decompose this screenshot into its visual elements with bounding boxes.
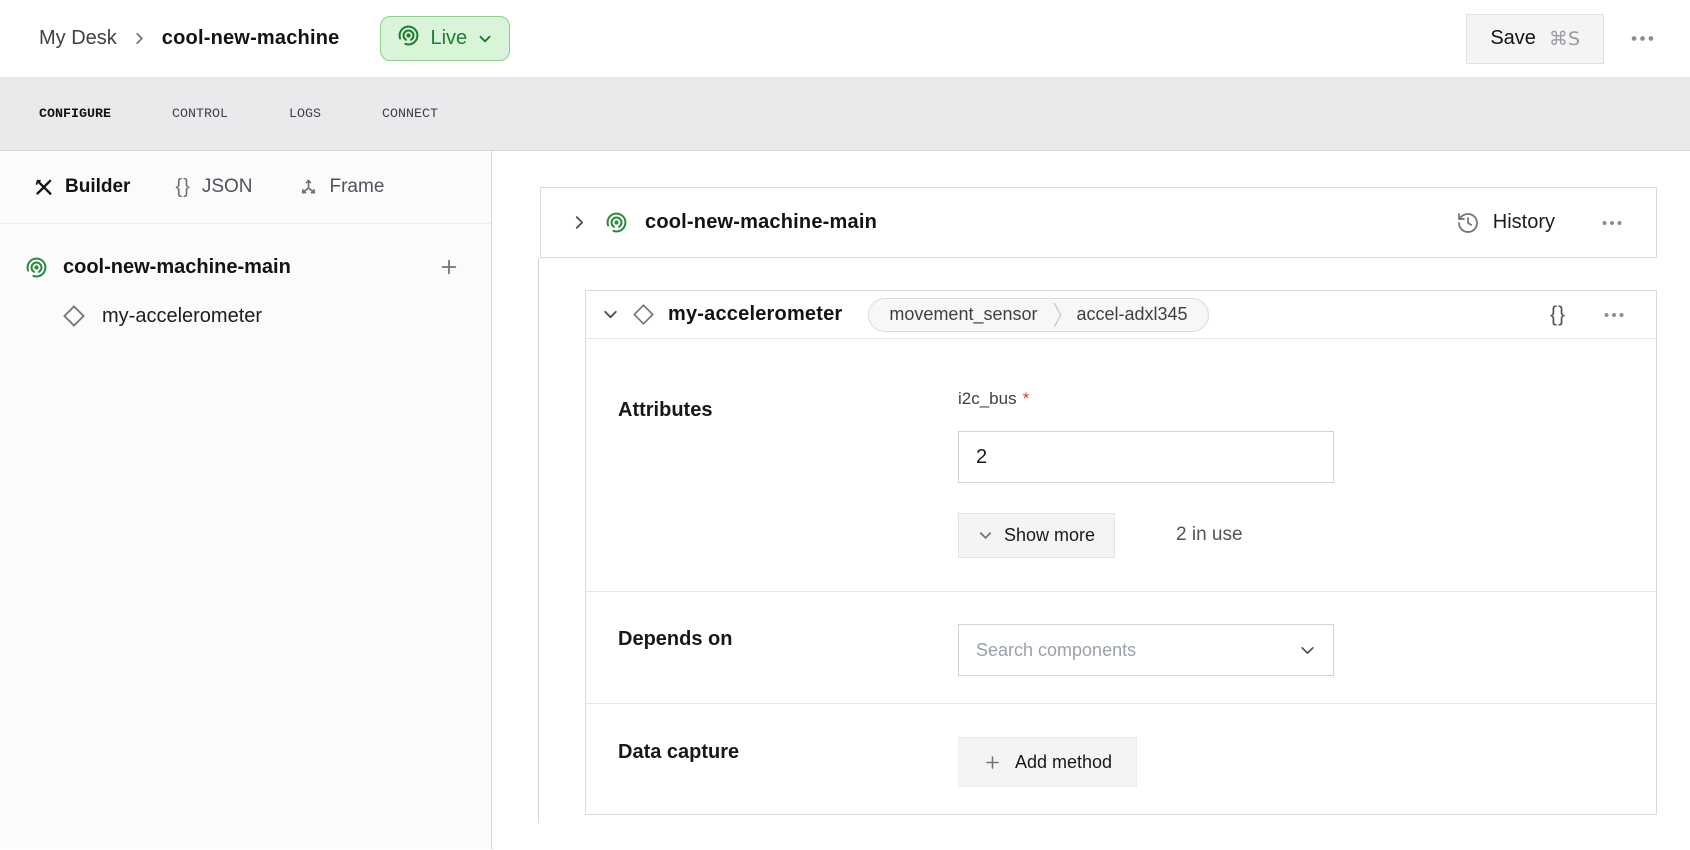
component-card-header: my-accelerometer movement_sensor accel-a… bbox=[586, 291, 1656, 339]
mode-builder-label: Builder bbox=[65, 176, 130, 198]
component-type-tags: movement_sensor accel-adxl345 bbox=[868, 298, 1208, 332]
component-model-tag: accel-adxl345 bbox=[1077, 304, 1188, 325]
tab-logs[interactable]: LOGS bbox=[289, 107, 321, 122]
attributes-section-label: Attributes bbox=[618, 399, 712, 422]
ellipsis-icon bbox=[1629, 25, 1656, 52]
breadcrumb-current: cool-new-machine bbox=[162, 27, 340, 50]
required-asterisk: * bbox=[1023, 389, 1030, 409]
mode-json-label: JSON bbox=[202, 176, 253, 198]
viam-live-icon bbox=[397, 24, 420, 53]
tab-bar: CONFIGURE CONTROL LOGS CONNECT bbox=[0, 78, 1690, 151]
chevron-down-icon bbox=[978, 528, 993, 543]
viam-machine-icon bbox=[605, 211, 628, 234]
depends-on-placeholder: Search components bbox=[976, 640, 1136, 661]
component-card-more-button[interactable] bbox=[1598, 299, 1630, 331]
ellipsis-icon bbox=[1602, 303, 1626, 327]
depends-on-section-label: Depends on bbox=[618, 628, 732, 651]
component-card: my-accelerometer movement_sensor accel-a… bbox=[585, 290, 1657, 815]
tag-separator-chevron-icon bbox=[1053, 302, 1062, 328]
i2c-bus-input[interactable] bbox=[958, 431, 1334, 483]
tab-configure[interactable]: CONFIGURE bbox=[39, 107, 111, 122]
chevron-right-icon bbox=[571, 214, 588, 231]
braces-icon: {} bbox=[175, 176, 190, 199]
tree-item-label: cool-new-machine-main bbox=[63, 256, 291, 279]
tab-control[interactable]: CONTROL bbox=[172, 107, 228, 122]
component-diamond-icon bbox=[62, 304, 86, 328]
tools-icon bbox=[33, 177, 54, 198]
depends-on-select[interactable]: Search components bbox=[958, 624, 1334, 676]
history-button[interactable]: History bbox=[1456, 211, 1555, 235]
i2c-bus-field-label: i2c_bus * bbox=[958, 389, 1029, 409]
plus-icon bbox=[438, 256, 460, 278]
live-status-label: Live bbox=[430, 27, 467, 50]
add-method-button[interactable]: Add method bbox=[958, 737, 1137, 787]
chevron-down-icon bbox=[477, 31, 493, 47]
mode-builder[interactable]: Builder bbox=[33, 176, 130, 198]
machine-status-dropdown[interactable]: Live bbox=[380, 16, 510, 61]
attributes-usage-count: 2 in use bbox=[1176, 524, 1243, 546]
mode-frame-label: Frame bbox=[330, 176, 385, 198]
top-bar: My Desk cool-new-machine Live Save ⌘S bbox=[0, 0, 1690, 78]
topbar-actions: Save ⌘S bbox=[1466, 14, 1660, 64]
breadcrumb: My Desk cool-new-machine bbox=[39, 27, 339, 50]
component-tree: cool-new-machine-main my-accelerometer bbox=[0, 224, 491, 328]
machine-main-card: cool-new-machine-main History bbox=[540, 187, 1657, 258]
config-main-panel: cool-new-machine-main History bbox=[492, 151, 1690, 849]
view-json-button[interactable]: {} bbox=[1548, 301, 1568, 329]
chevron-right-icon bbox=[132, 31, 147, 46]
chevron-down-icon bbox=[602, 306, 619, 323]
save-shortcut: ⌘S bbox=[1549, 28, 1580, 50]
breadcrumb-parent-link[interactable]: My Desk bbox=[39, 27, 117, 50]
config-sidebar: Builder {} JSON Frame bbox=[0, 151, 492, 849]
collapse-component-card-button[interactable] bbox=[602, 306, 619, 323]
frame-axes-icon bbox=[298, 177, 319, 198]
section-divider bbox=[586, 591, 1656, 592]
plus-icon bbox=[983, 753, 1002, 772]
chevron-down-icon bbox=[1299, 642, 1316, 659]
add-component-button[interactable] bbox=[436, 254, 462, 280]
show-more-label: Show more bbox=[1004, 525, 1095, 546]
add-method-label: Add method bbox=[1015, 752, 1112, 773]
config-mode-switcher: Builder {} JSON Frame bbox=[0, 151, 491, 224]
section-divider bbox=[586, 703, 1656, 704]
tab-connect[interactable]: CONNECT bbox=[382, 107, 438, 122]
tree-item-label: my-accelerometer bbox=[102, 305, 262, 328]
tree-item-machine-main[interactable]: cool-new-machine-main bbox=[25, 254, 462, 280]
machine-card-more-button[interactable] bbox=[1596, 207, 1628, 239]
machine-card-title: cool-new-machine-main bbox=[645, 211, 877, 234]
show-more-button[interactable]: Show more bbox=[958, 513, 1115, 558]
component-diamond-icon bbox=[632, 303, 655, 326]
expand-machine-card-button[interactable] bbox=[571, 214, 588, 231]
history-clock-icon bbox=[1456, 211, 1480, 235]
tree-connector-line bbox=[538, 258, 539, 823]
viam-machine-icon bbox=[25, 256, 48, 279]
content-area: Builder {} JSON Frame bbox=[0, 151, 1690, 849]
ellipsis-icon bbox=[1600, 211, 1624, 235]
component-card-title: my-accelerometer bbox=[668, 303, 842, 326]
component-type-tag: movement_sensor bbox=[889, 304, 1037, 325]
history-label: History bbox=[1493, 211, 1555, 234]
save-button[interactable]: Save ⌘S bbox=[1466, 14, 1604, 64]
topbar-more-button[interactable] bbox=[1625, 21, 1660, 56]
mode-json[interactable]: {} JSON bbox=[175, 176, 252, 199]
data-capture-section-label: Data capture bbox=[618, 741, 739, 764]
save-label: Save bbox=[1490, 27, 1536, 50]
tree-item-accelerometer[interactable]: my-accelerometer bbox=[62, 304, 462, 328]
mode-frame[interactable]: Frame bbox=[298, 176, 385, 198]
